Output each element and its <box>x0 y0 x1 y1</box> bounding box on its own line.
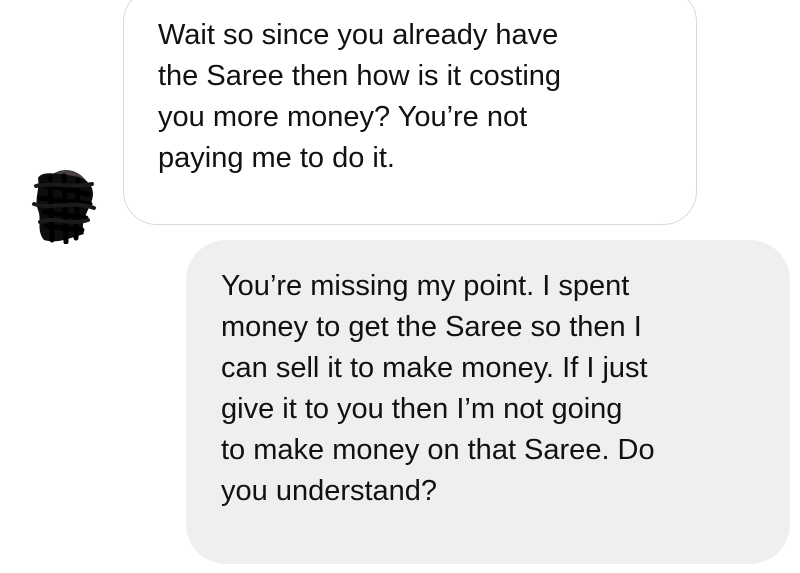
message-line: give it to you then I’m not going <box>221 393 623 425</box>
outgoing-message-bubble[interactable]: You’re missing my point. I spent money t… <box>186 240 790 564</box>
message-line: money to get the Saree so then I <box>221 311 642 343</box>
message-line: can sell it to make money. If I just <box>221 352 648 384</box>
message-line: you understand? <box>221 475 438 507</box>
message-line: paying me to do it. <box>158 142 395 174</box>
redacted-avatar-icon[interactable] <box>30 164 98 245</box>
message-line: You’re missing my point. I spent <box>221 270 630 302</box>
chat-screen: Wait so since you already have the Saree… <box>0 0 800 573</box>
message-line: Wait so since you already have <box>158 19 559 51</box>
incoming-message-bubble[interactable]: Wait so since you already have the Saree… <box>123 0 697 225</box>
message-line: the Saree then how is it costing <box>158 60 562 92</box>
message-line: to make money on that Saree. Do <box>221 434 655 466</box>
message-line: you more money? You’re not <box>158 101 528 133</box>
